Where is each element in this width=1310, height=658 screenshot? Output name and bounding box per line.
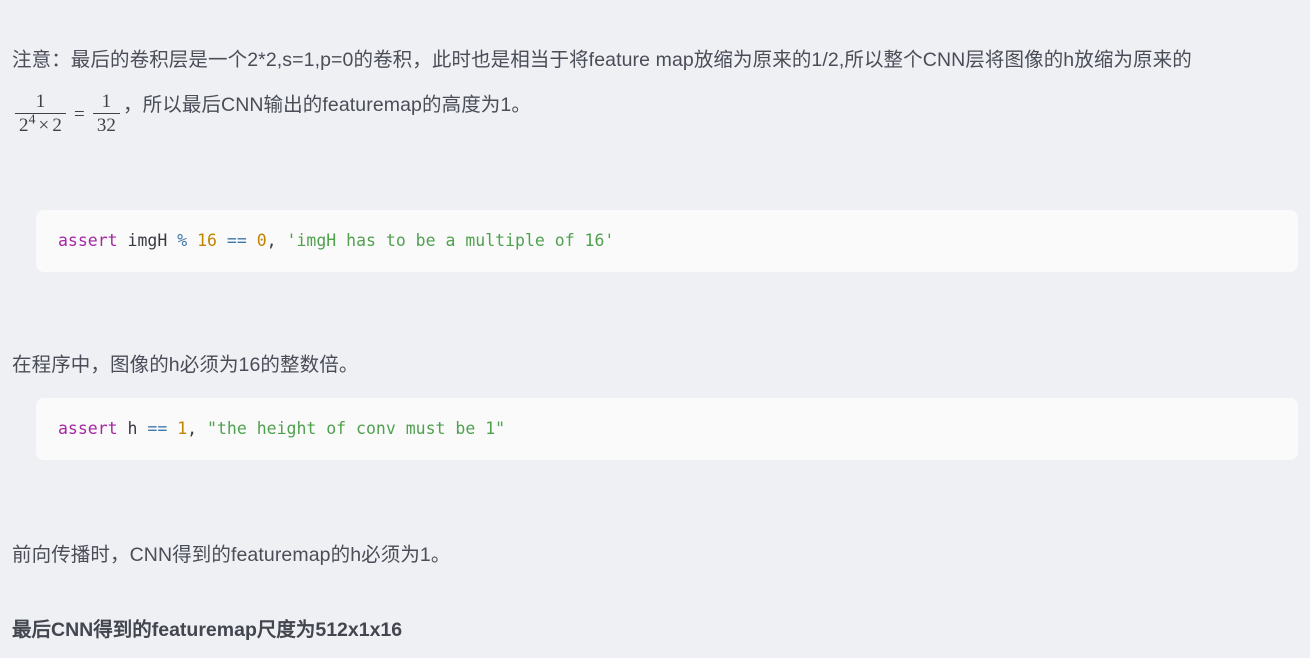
code-token-keyword: assert — [58, 419, 118, 438]
code-block-assert-imgh[interactable]: assert imgH % 16 == 0, 'imgH has to be a… — [36, 210, 1298, 272]
code-token-string: "the height of conv must be 1" — [207, 419, 506, 438]
paragraph-forward-propagation: 前向传播时，CNN得到的featuremap的h必须为1。 — [12, 543, 451, 566]
math-relation-equals: = — [73, 103, 85, 125]
code-token-identifier: imgH — [127, 231, 168, 250]
code-token-string: 'imgH has to be a multiple of 16' — [286, 231, 615, 250]
paragraph-intro-text-after-math: ，所以最后CNN输出的featuremap的高度为1。 — [123, 93, 531, 116]
math-fraction-right: 1 32 — [92, 92, 121, 137]
math-fraction-left-numerator: 1 — [15, 92, 66, 115]
paragraph-bold-conclusion: 最后CNN得到的featuremap尺度为512x1x16 — [12, 618, 403, 641]
math-fraction-right-denominator: 32 — [96, 115, 117, 137]
math-denominator-times: × — [38, 115, 50, 137]
math-fraction-left: 1 24 × 2 — [15, 92, 66, 136]
code-token-punctuation: , — [266, 231, 277, 250]
code-token-operator: == — [226, 231, 247, 250]
code-block-1-content: assert imgH % 16 == 0, 'imgH has to be a… — [58, 231, 614, 250]
inline-math-formula: 1 24 × 2 = 1 32 — [13, 90, 122, 136]
math-fraction-right-numerator: 1 — [92, 92, 121, 115]
math-denominator-base: 2 — [19, 115, 29, 137]
code-token-operator: == — [147, 419, 168, 438]
code-block-2-content: assert h == 1, "the height of conv must … — [58, 419, 505, 438]
code-token-operator: % — [177, 231, 188, 250]
code-token-punctuation: , — [187, 419, 198, 438]
math-fraction-left-denominator: 24 × 2 — [15, 111, 66, 137]
document-page: 注意：最后的卷积层是一个2*2,s=1,p=0的卷积，此时也是相当于将featu… — [0, 0, 1310, 658]
code-token-number: 1 — [177, 419, 188, 438]
math-denominator-exponent: 4 — [28, 111, 36, 127]
paragraph-middle: 在程序中，图像的h必须为16的整数倍。 — [12, 353, 359, 376]
paragraph-intro-text-before-math: 注意：最后的卷积层是一个2*2,s=1,p=0的卷积，此时也是相当于将featu… — [12, 48, 1192, 71]
paragraph-intro: 注意：最后的卷积层是一个2*2,s=1,p=0的卷积，此时也是相当于将featu… — [12, 38, 1298, 137]
code-token-number: 16 — [197, 231, 217, 250]
math-denominator-factor: 2 — [52, 115, 62, 137]
code-token-number: 0 — [256, 231, 267, 250]
code-token-identifier: h — [127, 419, 138, 438]
code-block-assert-height[interactable]: assert h == 1, "the height of conv must … — [36, 398, 1298, 460]
code-token-keyword: assert — [58, 231, 118, 250]
